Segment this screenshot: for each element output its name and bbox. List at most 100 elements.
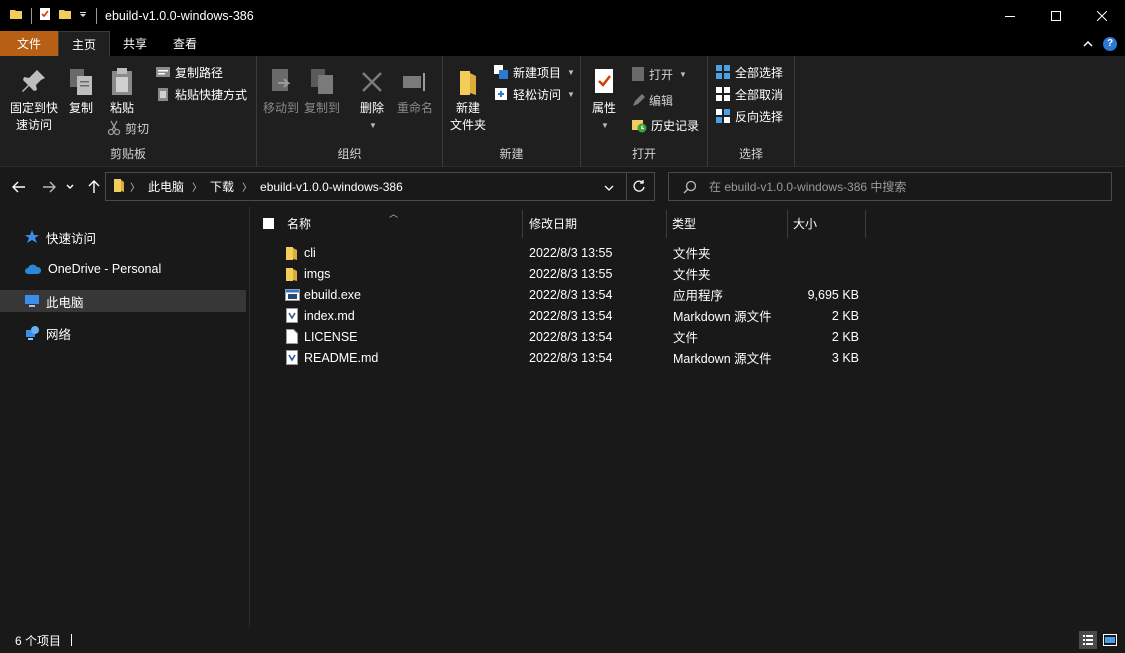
maximize-button[interactable] (1033, 0, 1079, 31)
column-header-type[interactable]: 类型 (672, 211, 696, 235)
file-row[interactable]: README.md 2022/8/3 13:54 Markdown 源文件 3 … (251, 347, 1125, 368)
properties-icon[interactable] (38, 7, 52, 24)
history-button[interactable]: 历史记录 (631, 115, 699, 135)
window-title: ebuild-v1.0.0-windows-386 (105, 8, 254, 23)
chevron-down-icon (66, 184, 74, 189)
breadcrumb-current-folder[interactable]: ebuild-v1.0.0-windows-386 (256, 180, 407, 194)
file-row[interactable]: cli 2022/8/3 13:55 文件夹 (251, 242, 1125, 263)
file-type: 文件夹 (673, 247, 711, 261)
select-all-checkbox[interactable] (263, 211, 274, 235)
file-row[interactable]: LICENSE 2022/8/3 13:54 文件 2 KB (251, 326, 1125, 347)
new-folder-icon[interactable] (58, 7, 72, 24)
close-button[interactable] (1079, 0, 1125, 31)
paste-shortcut-button[interactable]: 粘贴快捷方式 (155, 84, 247, 104)
properties-icon (595, 69, 613, 93)
search-input[interactable] (709, 179, 1089, 194)
status-bar: 6 个项目 (0, 627, 1125, 653)
item-count: 6 个项目 (15, 633, 62, 648)
cloud-icon (25, 264, 42, 274)
large-icons-view-button[interactable] (1101, 631, 1119, 649)
ribbon-group-label: 新建 (499, 147, 524, 161)
rename-icon (403, 73, 425, 91)
column-header-size[interactable]: 大小 (793, 211, 817, 235)
new-item-icon (494, 65, 508, 79)
column-divider[interactable] (787, 210, 788, 238)
copy-to-icon (311, 69, 333, 94)
copy-path-button[interactable]: 复制路径 (155, 62, 223, 82)
up-button[interactable] (84, 177, 104, 197)
chevron-down-icon: ▼ (567, 89, 575, 99)
tab-file[interactable]: 文件 (0, 31, 58, 56)
edit-button[interactable]: 编辑 (631, 90, 673, 110)
folder-icon (9, 7, 23, 24)
folder-icon (285, 242, 299, 263)
nav-item-network[interactable]: 网络 (0, 322, 246, 344)
file-row[interactable]: imgs 2022/8/3 13:55 文件夹 (251, 263, 1125, 284)
paste-button[interactable]: 粘贴 (104, 66, 140, 117)
file-name: imgs (304, 266, 331, 281)
column-divider[interactable] (865, 210, 866, 238)
chevron-down-icon: ▼ (369, 121, 377, 130)
breadcrumb-separator[interactable]: 〉 (188, 179, 206, 194)
nav-item-this-pc[interactable]: 此电脑 (0, 290, 246, 312)
column-divider[interactable] (666, 210, 667, 238)
cut-button[interactable]: 剪切 (107, 118, 149, 138)
easy-access-button[interactable]: 轻松访问 ▼ (493, 84, 575, 104)
details-view-icon (1083, 635, 1093, 645)
file-size: 2 KB (831, 308, 859, 323)
file-row[interactable]: ebuild.exe 2022/8/3 13:54 应用程序 9,695 KB (251, 284, 1125, 305)
breadcrumb-separator[interactable]: 〉 (238, 179, 256, 194)
edit-icon (633, 94, 645, 106)
ribbon-group-select: 全部选择 全部取消 反向选择 选择 (708, 56, 795, 167)
chevron-down-icon: ▼ (601, 121, 609, 130)
tab-view[interactable]: 查看 (160, 31, 210, 56)
details-view-button[interactable] (1079, 631, 1097, 649)
column-divider[interactable] (522, 210, 523, 238)
breadcrumb-downloads[interactable]: 下载 (206, 178, 238, 195)
forward-button[interactable] (39, 177, 59, 197)
address-dropdown-button[interactable] (604, 181, 614, 195)
large-icons-view-icon (1103, 634, 1117, 646)
breadcrumb-this-pc[interactable]: 此电脑 (144, 178, 188, 195)
nav-item-quick-access[interactable]: 快速访问 (0, 226, 246, 248)
back-button[interactable] (9, 177, 29, 197)
copy-to-button[interactable]: 复制到 (303, 66, 341, 117)
chevron-down-icon[interactable] (78, 9, 88, 23)
file-name: cli (304, 245, 316, 260)
invert-selection-button[interactable]: 反向选择 (715, 106, 783, 126)
rename-button[interactable]: 重命名 (395, 66, 435, 117)
ribbon-group-organize: 移动到 复制到 删除 ▼ 重命名 组织 (257, 56, 443, 167)
breadcrumb-separator[interactable]: 〉 (126, 179, 144, 194)
delete-button[interactable]: 删除 ▼ (357, 66, 387, 134)
file-row[interactable]: index.md 2022/8/3 13:54 Markdown 源文件 2 K… (251, 305, 1125, 326)
exe-icon (285, 284, 300, 305)
column-header-date[interactable]: 修改日期 (529, 211, 577, 235)
copy-button[interactable]: 复制 (64, 66, 98, 117)
file-date: 2022/8/3 13:55 (529, 266, 613, 281)
search-box[interactable] (668, 172, 1112, 201)
tab-home[interactable]: 主页 (58, 31, 111, 56)
pin-quick-access-button[interactable]: 固定到快 速访问 (6, 66, 62, 134)
help-button[interactable]: ? (1103, 36, 1117, 51)
properties-button[interactable]: 属性 ▼ (589, 66, 619, 134)
address-bar[interactable]: 〉 此电脑 〉 下载 〉 ebuild-v1.0.0-windows-386 (105, 172, 655, 201)
collapse-ribbon-button[interactable] (1083, 37, 1093, 51)
select-none-button[interactable]: 全部取消 (715, 84, 783, 104)
new-folder-button[interactable]: 新建 文件夹 (447, 66, 489, 134)
ribbon: 固定到快 速访问 复制 粘贴 复制路径 粘贴快捷方式 剪切 剪贴板 移动到 复制… (0, 56, 1125, 167)
open-button[interactable]: 打开 ▼ (631, 64, 687, 84)
nav-item-onedrive[interactable]: OneDrive - Personal (0, 258, 246, 280)
minimize-button[interactable] (987, 0, 1033, 31)
tab-share[interactable]: 共享 (110, 31, 160, 56)
file-size (791, 242, 859, 263)
refresh-button[interactable] (632, 179, 646, 196)
move-to-button[interactable]: 移动到 (263, 66, 299, 117)
select-all-button[interactable]: 全部选择 (715, 62, 783, 82)
file-date: 2022/8/3 13:54 (529, 308, 613, 323)
column-header-name[interactable]: 名称 (287, 211, 311, 235)
arrow-right-icon (43, 181, 56, 193)
recent-locations-button[interactable] (63, 177, 77, 197)
toolbar-divider (96, 7, 97, 24)
new-item-button[interactable]: 新建项目 ▼ (493, 62, 575, 82)
file-date: 2022/8/3 13:54 (529, 287, 613, 302)
